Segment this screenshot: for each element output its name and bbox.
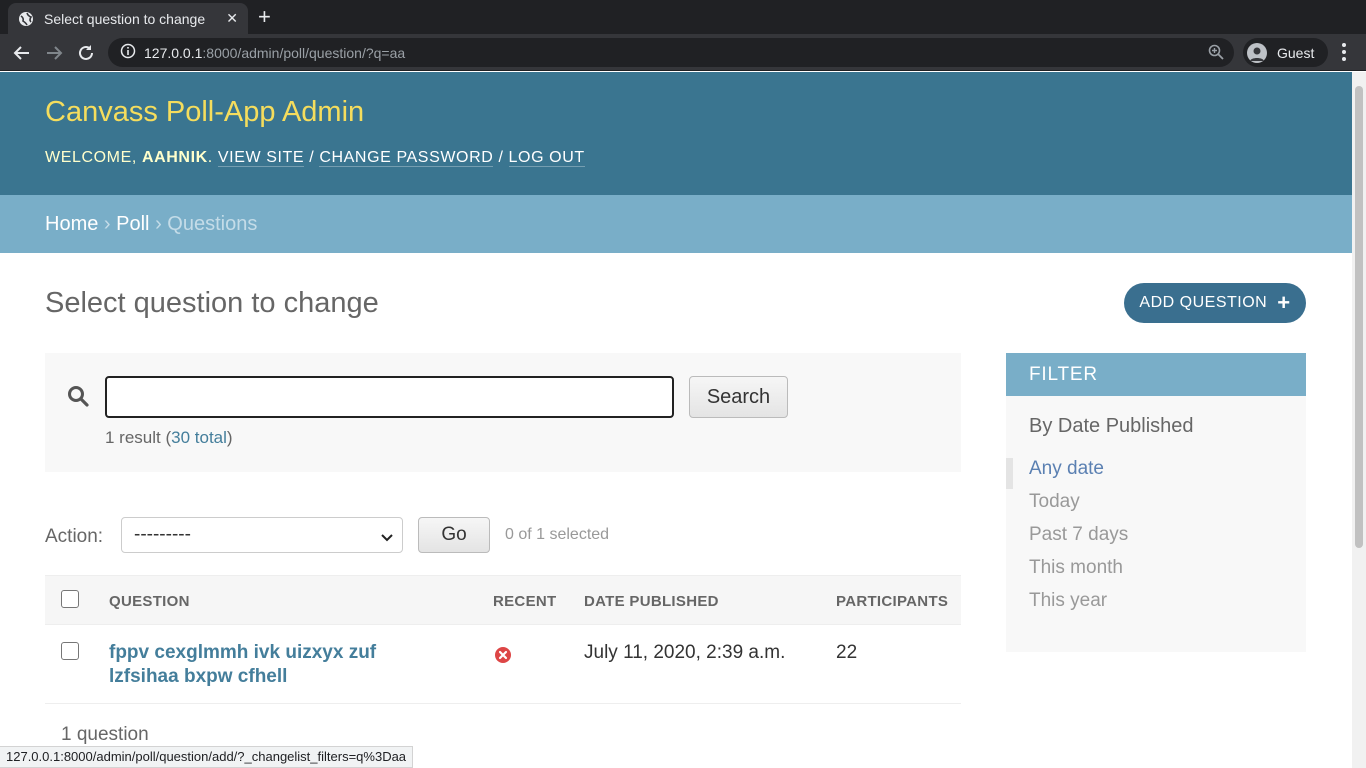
status-bar: 127.0.0.1:8000/admin/poll/question/add/?… [0,746,414,768]
admin-header: Canvass Poll-App Admin WELCOME, AAHNIK. … [0,72,1352,195]
info-icon[interactable] [120,43,136,63]
filter-option-this-year[interactable]: This year [1006,590,1306,623]
breadcrumb-current: Questions [167,213,258,235]
filter-title: FILTER [1006,353,1306,396]
breadcrumb-home[interactable]: Home [45,213,98,235]
forward-icon[interactable] [42,41,66,65]
filter-option-today[interactable]: Today [1006,491,1306,524]
results-table: QUESTION RECENT DATE PUBLISHED PARTICIPA… [45,575,961,704]
browser-menu-icon[interactable] [1336,43,1352,63]
participants-cell: 22 [836,642,858,663]
select-all-checkbox[interactable] [61,590,79,608]
site-name[interactable]: Canvass Poll-App Admin [45,96,1307,129]
browser-tab-strip: Select question to change ✕ + [0,0,1366,34]
search-box: Search 1 result (30 total) [45,353,961,472]
search-icon [67,385,89,411]
column-participants[interactable]: PARTICIPANTS [836,593,948,610]
paginator: 1 question [61,724,149,745]
page-title: Select question to change [45,287,379,319]
username: AAHNIK [141,149,208,166]
go-button[interactable]: Go [418,517,490,553]
welcome-text: WELCOME, [45,149,137,166]
add-question-button[interactable]: ADD QUESTION + [1124,283,1306,323]
filter-subtitle: By Date Published [1029,415,1194,437]
search-button[interactable]: Search [689,376,788,418]
action-select[interactable]: --------- [121,517,403,553]
column-date-published[interactable]: DATE PUBLISHED [584,593,719,610]
filter-option-this-month[interactable]: This month [1006,557,1306,590]
total-link[interactable]: 30 total [171,428,227,447]
filter-option-past-7-days[interactable]: Past 7 days [1006,524,1306,557]
search-result-count: 1 result (30 total) [105,428,233,447]
row-checkbox[interactable] [61,642,79,660]
user-tools: WELCOME, AAHNIK. VIEW SITE / CHANGE PASS… [45,149,585,167]
question-link[interactable]: fppv cexglmmh ivk uizxyx zuf lzfsihaa bx… [109,641,409,689]
search-input[interactable] [105,376,674,418]
admin-page: Canvass Poll-App Admin WELCOME, AAHNIK. … [0,72,1352,768]
filter-options: Any date Today Past 7 days This month Th… [1006,458,1306,623]
change-password-link[interactable]: CHANGE PASSWORD [319,149,494,167]
table-row: fppv cexglmmh ivk uizxyx zuf lzfsihaa bx… [45,625,961,704]
profile-button[interactable]: Guest [1243,38,1329,67]
breadcrumb: Home › Poll › Questions [0,195,1352,253]
new-tab-icon[interactable]: + [258,6,271,28]
icon-no-icon [494,646,512,668]
selected-count: 0 of 1 selected [505,526,610,543]
browser-tab[interactable]: Select question to change ✕ [8,3,248,34]
zoom-icon[interactable] [1208,44,1224,64]
actions-bar: Action: --------- Go 0 of 1 selected [45,517,961,557]
reload-icon[interactable] [74,41,98,65]
log-out-link[interactable]: LOG OUT [508,149,585,167]
url-text: 127.0.0.1:8000/admin/poll/question/?q=aa [144,44,406,61]
action-selected-value: --------- [134,524,191,545]
add-question-label: ADD QUESTION [1139,294,1268,311]
breadcrumb-poll[interactable]: Poll [116,213,149,235]
action-label: Action: [45,526,104,547]
globe-icon [18,11,34,27]
chevron-down-icon [380,528,394,550]
scrollbar-thumb[interactable] [1355,86,1363,548]
filter-panel: FILTER By Date Published Any date Today … [1006,353,1306,652]
column-recent[interactable]: RECENT [493,593,556,610]
avatar [1247,42,1267,63]
address-bar[interactable]: 127.0.0.1:8000/admin/poll/question/?q=aa [108,38,1234,67]
filter-option-any-date[interactable]: Any date [1006,458,1306,491]
table-header: QUESTION RECENT DATE PUBLISHED PARTICIPA… [45,575,961,625]
scrollbar[interactable] [1352,72,1366,768]
profile-label: Guest [1277,44,1315,61]
view-site-link[interactable]: VIEW SITE [217,149,305,167]
date-published-cell: July 11, 2020, 2:39 a.m. [584,642,786,663]
back-icon[interactable] [10,41,34,65]
column-question[interactable]: QUESTION [109,593,190,610]
tab-title: Select question to change [44,10,206,27]
plus-icon: + [1277,290,1291,315]
tab-close-icon[interactable]: ✕ [226,11,238,27]
browser-toolbar: 127.0.0.1:8000/admin/poll/question/?q=aa… [0,34,1366,71]
